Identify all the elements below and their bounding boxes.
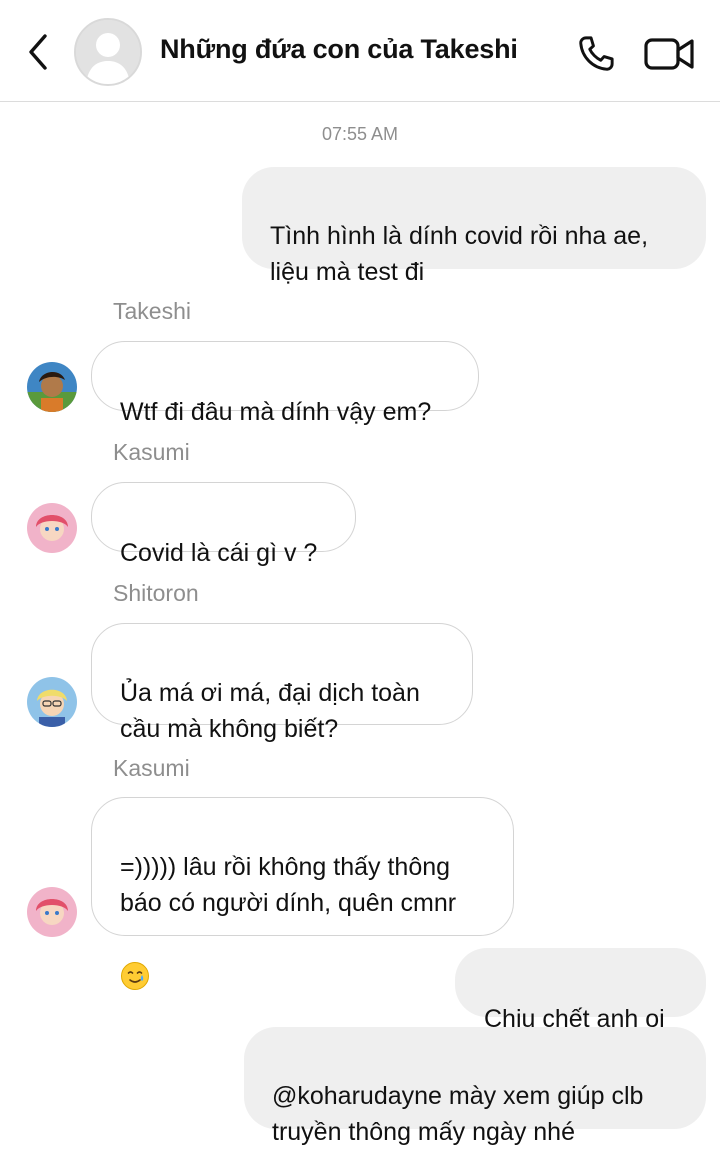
avatar-shitoron[interactable] <box>27 677 77 727</box>
phone-icon <box>579 36 614 71</box>
video-call-button[interactable] <box>642 32 698 76</box>
back-button[interactable] <box>18 30 58 74</box>
sender-name: Kasumi <box>113 755 190 781</box>
avatar-kasumi[interactable] <box>27 503 77 553</box>
message-text: Wtf đi đâu mà dính vậy em? <box>120 398 432 426</box>
group-avatar[interactable] <box>74 18 142 86</box>
incoming-message[interactable]: Covid là cái gì v ? <box>91 482 356 567</box>
message-timestamp: 07:55 AM <box>321 124 399 144</box>
avatar-kasumi[interactable] <box>27 887 77 937</box>
avatar-takeshi[interactable] <box>27 362 77 412</box>
outgoing-message[interactable]: Tình hình là dính covid rồi nha ae, liệu… <box>242 167 706 286</box>
sender-name: Takeshi <box>113 298 191 324</box>
voice-call-button[interactable] <box>574 32 618 76</box>
sender-name: Shitoron <box>113 580 199 606</box>
chat-header: Những đứa con của Takeshi <box>0 0 720 102</box>
incoming-message[interactable]: Ủa má ơi má, đại dịch toàn cầu mà không … <box>91 623 473 743</box>
outgoing-message[interactable]: Chịu chết anh oi <box>455 948 706 1033</box>
message-text: =))))) lâu rồi không thấy thông báo có n… <box>120 853 457 917</box>
default-avatar-icon <box>76 20 140 84</box>
conversation-title[interactable]: Những đứa con của Takeshi <box>160 34 518 65</box>
chevron-left-icon <box>29 34 47 70</box>
message-text: Covid là cái gì v ? <box>120 539 318 567</box>
message-text: @koharudayne mày xem giúp clb truyền thô… <box>272 1082 644 1146</box>
incoming-message[interactable]: Wtf đi đâu mà dính vậy em? <box>91 341 479 426</box>
outgoing-message[interactable]: @koharudayne mày xem giúp clb truyền thô… <box>244 1027 706 1146</box>
message-text: Tình hình là dính covid rồi nha ae, liệu… <box>270 222 649 286</box>
smiling-face-with-tear-emoji <box>121 962 149 991</box>
sender-name: Kasumi <box>113 439 190 465</box>
message-text: Ủa má ơi má, đại dịch toàn cầu mà không … <box>120 679 420 743</box>
incoming-message[interactable]: =))))) lâu rồi không thấy thông báo có n… <box>91 797 514 991</box>
video-camera-icon <box>644 38 694 70</box>
